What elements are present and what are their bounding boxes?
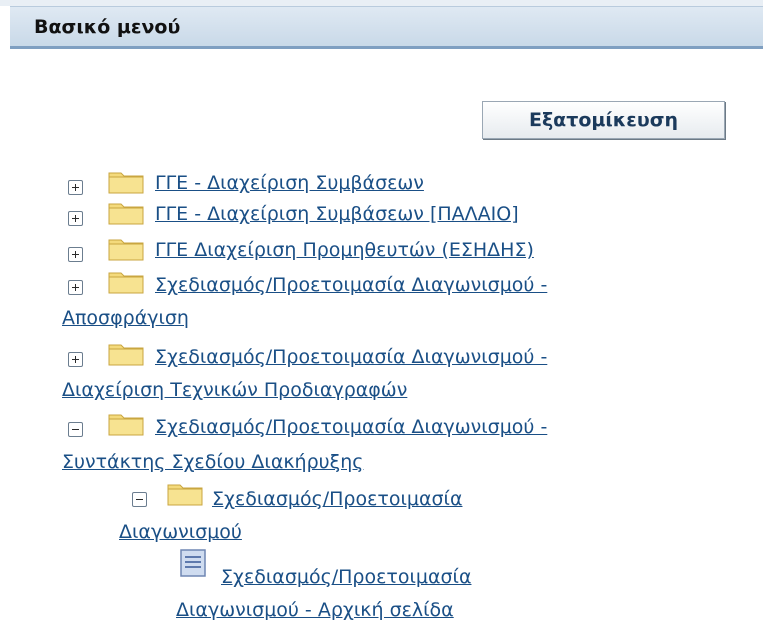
tree-link-contracts-old[interactable]: ΓΓΕ - Διαχείριση Συμβάσεων [ΠΑΛΑΙΟ] <box>155 203 519 225</box>
tree-link-home-page[interactable]: Σχεδιασμός/Προετοιμασία <box>221 566 471 588</box>
tree-link-unsealing-cont[interactable]: Αποσφράγιση <box>62 307 189 329</box>
tree-link-tender-prep-cont[interactable]: Διαγωνισμού <box>119 521 242 543</box>
tree-link-suppliers[interactable]: ΓΓΕ Διαχείριση Προμηθευτών (ΕΣΗΔΗΣ) <box>155 239 534 261</box>
folder-icon <box>167 484 203 506</box>
tree-link-contracts[interactable]: ΓΓΕ - Διαχείριση Συμβάσεων <box>155 172 424 194</box>
tree-link-home-page-cont[interactable]: Διαγωνισμού - Αρχική σελίδα <box>176 599 454 621</box>
page-icon <box>180 549 206 577</box>
collapse-icon[interactable] <box>68 422 83 437</box>
tree-link-tech-specs-cont[interactable]: Διαχείριση Τεχνικών Προδιαγραφών <box>62 379 407 401</box>
folder-icon <box>108 344 144 366</box>
main-menu-panel: Βασικό μενού Εξατομίκευση ΓΓΕ - Διαχείρι… <box>0 0 763 621</box>
expand-icon[interactable] <box>68 180 83 195</box>
expand-icon[interactable] <box>68 247 83 262</box>
expand-icon[interactable] <box>68 352 83 367</box>
tree-link-tender-prep[interactable]: Σχεδιασμός/Προετοιμασία <box>212 488 462 510</box>
folder-icon <box>108 272 144 294</box>
expand-icon[interactable] <box>68 211 83 226</box>
collapse-icon[interactable] <box>132 492 147 507</box>
expand-icon[interactable] <box>68 280 83 295</box>
folder-icon <box>108 414 144 436</box>
tree-link-unsealing[interactable]: Σχεδιασμός/Προετοιμασία Διαγωνισμού - <box>155 274 547 296</box>
tree-link-draft-notice[interactable]: Σχεδιασμός/Προετοιμασία Διαγωνισμού - <box>155 416 547 438</box>
tree-link-tech-specs[interactable]: Σχεδιασμός/Προετοιμασία Διαγωνισμού - <box>155 346 547 368</box>
folder-icon <box>108 239 144 261</box>
folder-icon <box>108 172 144 194</box>
folder-icon <box>108 203 144 225</box>
menu-tree: ΓΓΕ - Διαχείριση Συμβάσεων ΓΓΕ - Διαχείρ… <box>0 0 763 621</box>
tree-link-draft-notice-cont[interactable]: Συντάκτης Σχεδίου Διακήρυξης <box>62 451 363 473</box>
